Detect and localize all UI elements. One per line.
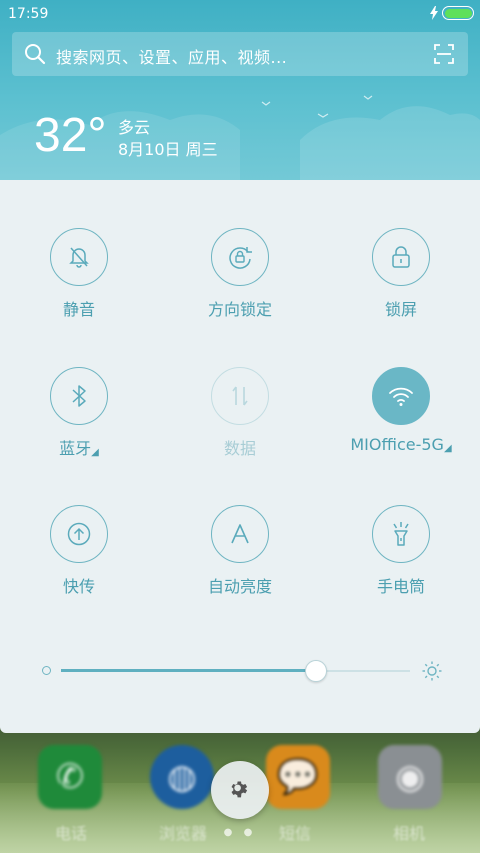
toggle-flashlight-circle[interactable]	[372, 505, 430, 563]
toggle-flashlight-label: 手电筒	[376, 577, 425, 596]
camera-icon: ◉	[395, 757, 425, 797]
quick-transfer-icon	[67, 522, 91, 546]
toggle-wifi-circle[interactable]	[372, 367, 430, 425]
browser-icon: ◍	[167, 757, 197, 797]
brightness-track-fill	[61, 669, 316, 672]
toggle-mobile-data[interactable]: 数据	[180, 367, 300, 459]
brightness-slider[interactable]	[40, 660, 442, 682]
toggle-wifi[interactable]: MIOffice-5G◢	[341, 367, 461, 454]
flashlight-icon	[393, 522, 409, 546]
toggle-lock-screen-circle[interactable]	[372, 228, 430, 286]
settings-button[interactable]	[211, 761, 269, 819]
toggle-quick-transfer[interactable]: 快传	[19, 505, 139, 597]
auto-brightness-icon	[231, 524, 249, 544]
lock-icon	[392, 246, 410, 268]
bluetooth-label-text: 蓝牙	[59, 439, 92, 458]
toggle-flashlight[interactable]: 手电筒	[341, 505, 461, 597]
toggle-rotation-lock[interactable]: 方向锁定	[180, 228, 300, 320]
search-icon	[25, 44, 46, 65]
scan-icon[interactable]	[434, 44, 454, 64]
toggle-rotation-lock-circle[interactable]	[211, 228, 269, 286]
toggle-wifi-label: MIOffice-5G◢	[321, 435, 480, 454]
mobile-data-icon	[232, 386, 248, 406]
message-icon: 💬	[276, 757, 320, 797]
toggle-auto-brightness-circle[interactable]	[211, 505, 269, 563]
toggle-quick-transfer-label: 快传	[62, 577, 95, 596]
toggle-quick-transfer-circle[interactable]	[50, 505, 108, 563]
weather-condition: 多云	[118, 118, 151, 137]
expand-indicator-icon: ◢	[91, 447, 99, 458]
brightness-high-icon	[422, 661, 442, 681]
weather-temperature: 32°	[34, 109, 107, 162]
dock-app-camera[interactable]: ◉	[378, 745, 442, 809]
bell-off-icon	[69, 247, 89, 268]
wifi-icon	[389, 387, 413, 406]
toggle-auto-brightness[interactable]: 自动亮度	[180, 505, 300, 597]
brightness-low-icon	[42, 666, 51, 675]
weather-date: 8月10日 周三	[118, 140, 218, 159]
toggle-bluetooth-circle[interactable]	[50, 367, 108, 425]
toggle-silent-label: 静音	[62, 300, 95, 319]
status-time: 17:59	[8, 6, 49, 22]
search-placeholder: 搜索网页、设置、应用、视频...	[56, 48, 288, 67]
brightness-thumb[interactable]	[304, 660, 327, 682]
toggle-mobile-data-label: 数据	[223, 439, 256, 458]
toggle-bluetooth[interactable]: 蓝牙◢	[19, 367, 139, 459]
phone-icon: ✆	[55, 757, 85, 797]
toggle-lock-screen-label: 锁屏	[384, 300, 417, 319]
toggle-silent-circle[interactable]	[50, 228, 108, 286]
toggle-bluetooth-label: 蓝牙◢	[19, 435, 139, 459]
dock-app-phone[interactable]: ✆	[38, 745, 102, 809]
rotation-lock-icon	[229, 247, 252, 269]
battery-icon	[442, 6, 474, 20]
quick-settings-panel: 静音 方向锁定 锁屏 蓝牙◢ 数据 MIOffice-5G◢ 快传 自动亮度 手…	[0, 180, 480, 733]
dock-app-browser[interactable]: ◍	[150, 745, 214, 809]
toggle-lock-screen[interactable]: 锁屏	[341, 228, 461, 320]
page-indicator: ● ●	[223, 827, 257, 838]
toggle-rotation-lock-label: 方向锁定	[207, 300, 272, 319]
dock-app-messages[interactable]: 💬	[266, 745, 330, 809]
status-bar: 17:59	[0, 0, 480, 28]
wifi-label-text: MIOffice-5G	[350, 435, 444, 454]
search-bar[interactable]: 搜索网页、设置、应用、视频...	[12, 32, 468, 76]
expand-indicator-icon: ◢	[443, 443, 452, 454]
toggle-mobile-data-circle[interactable]	[211, 367, 269, 425]
notification-header: 17:59 搜索网页、设置、应用、视频... 32° 多云 8月10日 周三	[0, 0, 480, 180]
status-icons	[430, 6, 474, 20]
charging-icon	[430, 6, 438, 20]
bluetooth-icon	[72, 385, 86, 407]
toggle-auto-brightness-label: 自动亮度	[207, 577, 272, 596]
toggle-silent[interactable]: 静音	[19, 228, 139, 320]
gear-icon	[231, 781, 248, 798]
